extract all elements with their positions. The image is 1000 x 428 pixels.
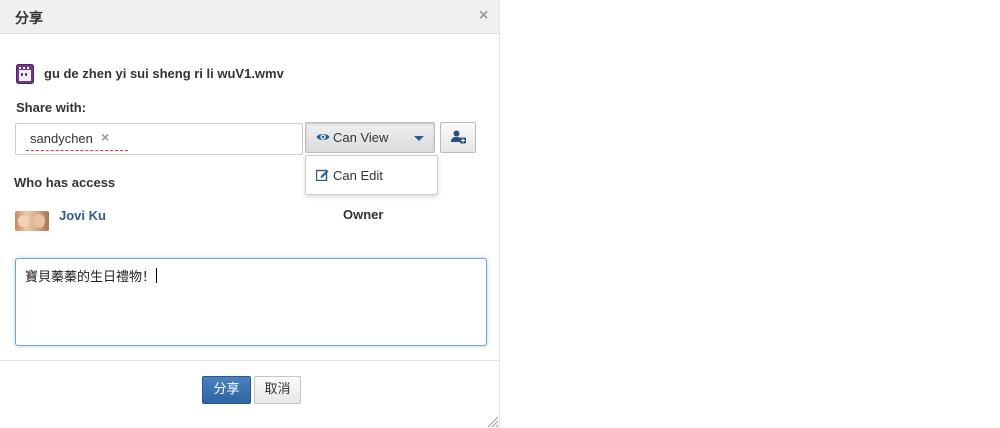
remove-recipient-icon[interactable]: ×	[101, 129, 109, 145]
message-textarea[interactable]: 寶貝蓁蓁的生日禮物！	[15, 258, 487, 346]
permission-menu: Can Edit	[305, 155, 438, 195]
video-file-icon	[16, 64, 34, 84]
share-with-label: Share with:	[16, 100, 87, 115]
cancel-button[interactable]: 取消	[254, 376, 301, 404]
share-button[interactable]: 分享	[202, 376, 251, 404]
permission-selected: Can View	[333, 130, 389, 145]
owner-name-link[interactable]: Jovi Ku	[59, 208, 106, 223]
eye-icon	[316, 134, 330, 140]
permission-option-can-edit[interactable]: Can Edit	[306, 156, 437, 194]
resize-grip-icon[interactable]	[485, 414, 499, 428]
file-name: gu de zhen yi sui sheng ri li wuV1.wmv	[44, 66, 284, 81]
recipient-token: sandychen	[30, 131, 93, 146]
close-icon[interactable]: ×	[479, 8, 488, 24]
permission-option-label: Can Edit	[333, 168, 383, 183]
edit-icon	[316, 169, 329, 181]
share-dialog: 分享 × gu de zhen yi sui sheng ri li wuV1.…	[0, 0, 500, 428]
recipient-input[interactable]: sandychen ×	[15, 123, 303, 155]
who-has-access-heading: Who has access	[14, 175, 116, 190]
owner-role: Owner	[343, 207, 384, 222]
avatar	[15, 211, 49, 231]
message-text: 寶貝蓁蓁的生日禮物！	[25, 268, 158, 285]
spellcheck-underline	[26, 150, 128, 151]
add-user-icon	[451, 130, 466, 144]
chevron-down-icon	[414, 136, 424, 141]
add-user-button[interactable]	[440, 122, 476, 153]
dialog-title: 分享	[15, 11, 43, 27]
footer-divider	[0, 360, 499, 361]
permission-dropdown-button[interactable]: Can View	[305, 122, 435, 153]
dialog-titlebar: 分享 ×	[0, 0, 499, 34]
